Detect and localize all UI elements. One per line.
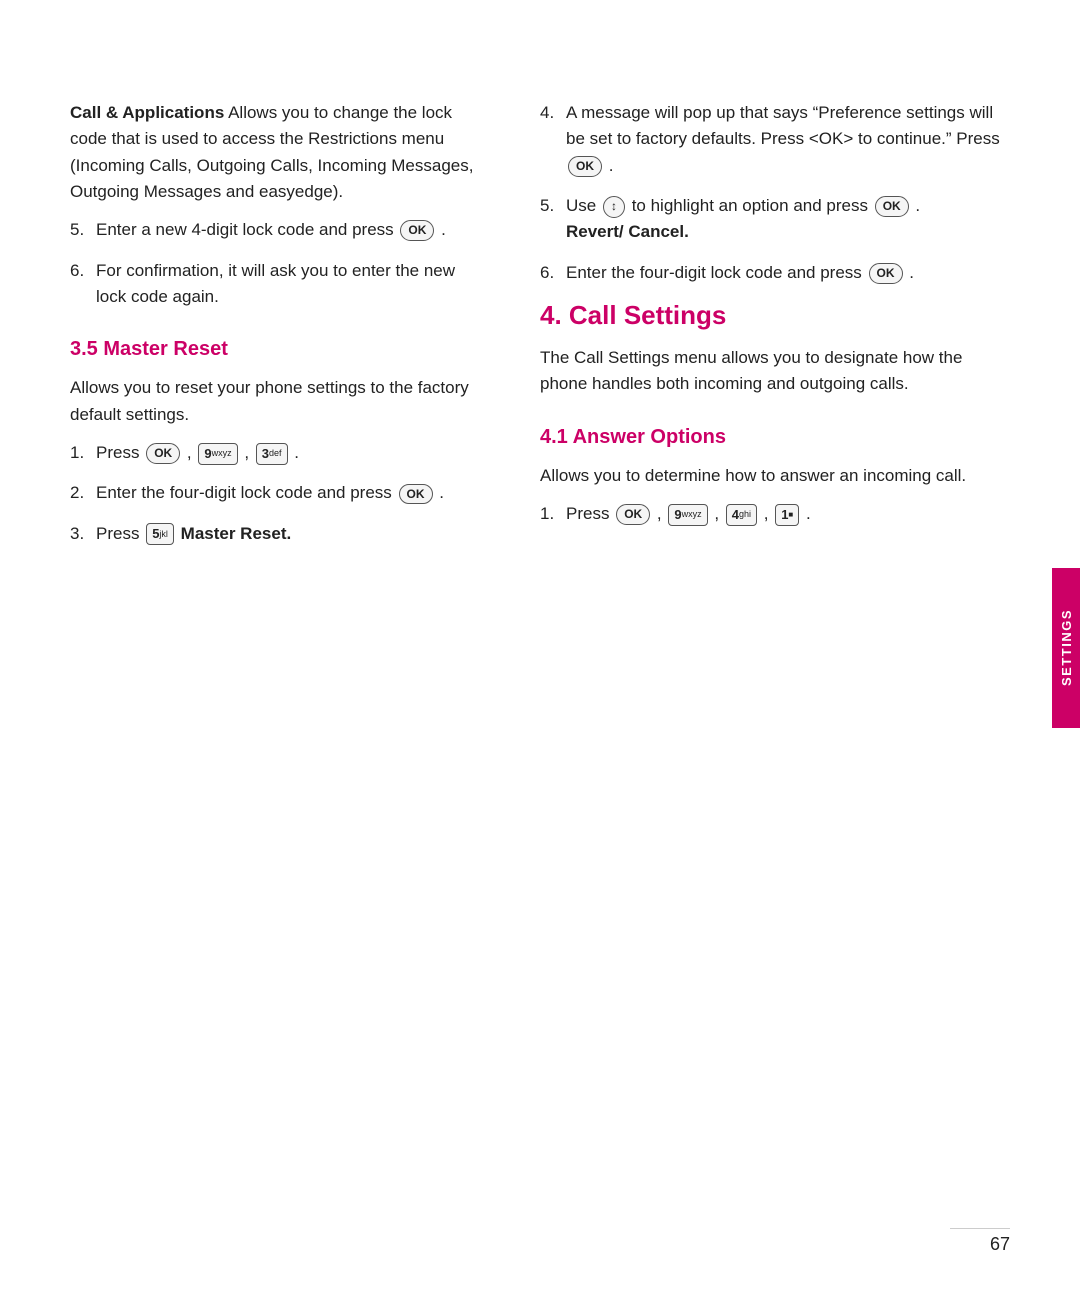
ok-key-mr2: OK (399, 484, 433, 505)
step-5-left: 5. Enter a new 4-digit lock code and pre… (70, 217, 480, 243)
step6-right-num: 6. (540, 260, 566, 286)
mr-step3-num: 3. (70, 521, 96, 547)
call-applications-bold: Call & Applications (70, 103, 224, 122)
step5-content: Enter a new 4-digit lock code and press … (96, 217, 480, 243)
ok-key-ao1: OK (616, 504, 650, 525)
mr-step1-content: Press OK , 9wxyz , 3def . (96, 440, 480, 466)
step-6-left: 6. For confirmation, it will ask you to … (70, 258, 480, 311)
page-divider (950, 1228, 1010, 1229)
step-6-right: 6. Enter the four-digit lock code and pr… (540, 260, 1010, 286)
ok-key-step6r: OK (869, 263, 903, 284)
master-reset-label: Master Reset. (181, 524, 292, 543)
nine-key-ao1: 9wxyz (668, 504, 707, 526)
section-35-heading: 3.5 Master Reset (70, 338, 480, 361)
nine-key-mr1: 9wxyz (198, 443, 237, 465)
left-column: Call & Applications Allows you to change… (70, 100, 530, 1195)
ok-key-step5r: OK (875, 196, 909, 217)
call-applications-paragraph: Call & Applications Allows you to change… (70, 100, 480, 205)
sidebar-tab-label: Settings (1059, 609, 1074, 686)
ok-key-step4r: OK (568, 156, 602, 177)
ao-step1-content: Press OK , 9wxyz , 4ghi , 1■ . (566, 501, 1010, 527)
step6-num: 6. (70, 258, 96, 284)
page-container: Settings Call & Applications Allows you … (0, 0, 1080, 1295)
step6-right-content: Enter the four-digit lock code and press… (566, 260, 1010, 286)
step5-num: 5. (70, 217, 96, 243)
one-key-ao1: 1■ (775, 504, 799, 526)
step4-right-num: 4. (540, 100, 566, 126)
step4-right-content: A message will pop up that says “Prefere… (566, 100, 1010, 179)
right-column: 4. A message will pop up that says “Pref… (530, 100, 1010, 1195)
section-41-desc: Allows you to determine how to answer an… (540, 463, 1010, 489)
three-key-mr1: 3def (256, 443, 288, 465)
content-area: Call & Applications Allows you to change… (0, 60, 1080, 1235)
sidebar-tab: Settings (1052, 568, 1080, 728)
five-key-mr3: 5jkl (146, 523, 174, 545)
mr-step-1: 1. Press OK , 9wxyz , 3def . (70, 440, 480, 466)
page-number: 67 (990, 1234, 1010, 1255)
ok-key-mr1: OK (146, 443, 180, 464)
mr-step2-content: Enter the four-digit lock code and press… (96, 480, 480, 506)
four-key-ao1: 4ghi (726, 504, 757, 526)
mr-step1-num: 1. (70, 440, 96, 466)
revert-cancel-label: Revert/ Cancel. (566, 222, 689, 241)
mr-step-2: 2. Enter the four-digit lock code and pr… (70, 480, 480, 506)
mr-step3-content: Press 5jkl Master Reset. (96, 521, 480, 547)
master-reset-desc: Allows you to reset your phone settings … (70, 375, 480, 428)
mr-step2-num: 2. (70, 480, 96, 506)
ok-key-step5: OK (400, 220, 434, 241)
nav-arrow-icon: ↕ (603, 196, 625, 218)
chapter4-heading: 4. Call Settings (540, 300, 1010, 331)
step-5-right: 5. Use ↕ to highlight an option and pres… (540, 193, 1010, 246)
mr-step-3: 3. Press 5jkl Master Reset. (70, 521, 480, 547)
ao-step1-num: 1. (540, 501, 566, 527)
step5-right-content: Use ↕ to highlight an option and press O… (566, 193, 1010, 246)
step6-content: For confirmation, it will ask you to ent… (96, 258, 480, 311)
ao-step-1: 1. Press OK , 9wxyz , 4ghi , 1■ . (540, 501, 1010, 527)
step5-right-num: 5. (540, 193, 566, 219)
step-4-right: 4. A message will pop up that says “Pref… (540, 100, 1010, 179)
chapter4-desc: The Call Settings menu allows you to des… (540, 345, 1010, 398)
section-41-heading: 4.1 Answer Options (540, 426, 1010, 449)
